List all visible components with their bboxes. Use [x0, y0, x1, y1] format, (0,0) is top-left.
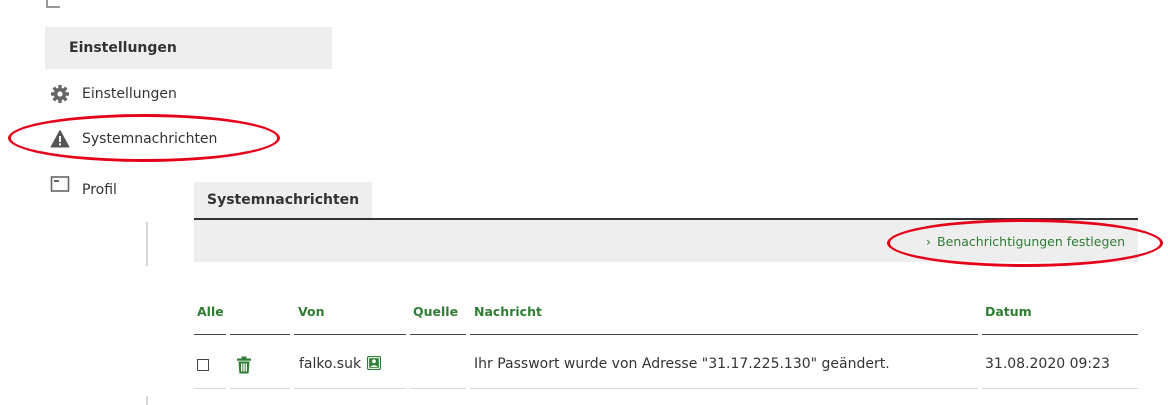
row-select-checkbox[interactable] — [197, 359, 209, 371]
column-header-message[interactable]: Nachricht — [474, 304, 542, 319]
row-divider — [294, 388, 406, 389]
row-date: 31.08.2020 09:23 — [985, 356, 1110, 372]
sidebar-item-profil[interactable]: Profil — [50, 172, 117, 198]
header-divider — [982, 334, 1138, 335]
row-message: Ihr Passwort wurde von Adresse "31.17.22… — [474, 356, 890, 372]
set-notifications-label: Benachrichtigungen festlegen — [937, 234, 1125, 249]
sidebar-header: Einstellungen — [45, 27, 332, 69]
column-header-all[interactable]: Alle — [197, 304, 224, 319]
sidebar-item-label: Profil — [82, 182, 117, 198]
header-divider — [294, 334, 406, 335]
profile-card-icon — [50, 174, 70, 194]
warning-icon — [50, 129, 70, 149]
sender-name[interactable]: falko.suk — [299, 356, 361, 372]
column-header-source[interactable]: Quelle — [413, 304, 458, 319]
divider — [146, 222, 148, 266]
header-divider — [194, 334, 226, 335]
header-divider — [230, 334, 290, 335]
user-icon[interactable] — [366, 355, 382, 371]
row-divider — [470, 388, 978, 389]
column-header-from[interactable]: Von — [298, 304, 324, 319]
sidebar-item-label: Einstellungen — [82, 86, 177, 102]
header-divider — [470, 334, 978, 335]
row-divider — [982, 388, 1138, 389]
chevron-right-icon: › — [926, 234, 932, 249]
row-divider — [410, 388, 466, 389]
row-divider — [194, 388, 226, 389]
sidebar-item-systemnachrichten[interactable]: Systemnachrichten — [50, 127, 217, 151]
set-notifications-link[interactable]: › Benachrichtigungen festlegen — [926, 220, 1125, 262]
row-divider — [230, 388, 290, 389]
row-from: falko.suk — [299, 355, 382, 372]
cropped-icon-fragment — [46, 0, 60, 8]
tab-systemnachrichten[interactable]: Systemnachrichten — [194, 182, 372, 218]
toolbar: › Benachrichtigungen festlegen — [194, 220, 1138, 262]
header-divider — [410, 334, 466, 335]
sidebar-item-einstellungen[interactable]: Einstellungen — [50, 82, 177, 106]
trash-icon[interactable] — [236, 356, 252, 374]
sidebar-item-label: Systemnachrichten — [82, 131, 218, 147]
gear-icon — [50, 84, 70, 104]
divider — [146, 396, 148, 405]
column-header-date[interactable]: Datum — [985, 304, 1032, 319]
